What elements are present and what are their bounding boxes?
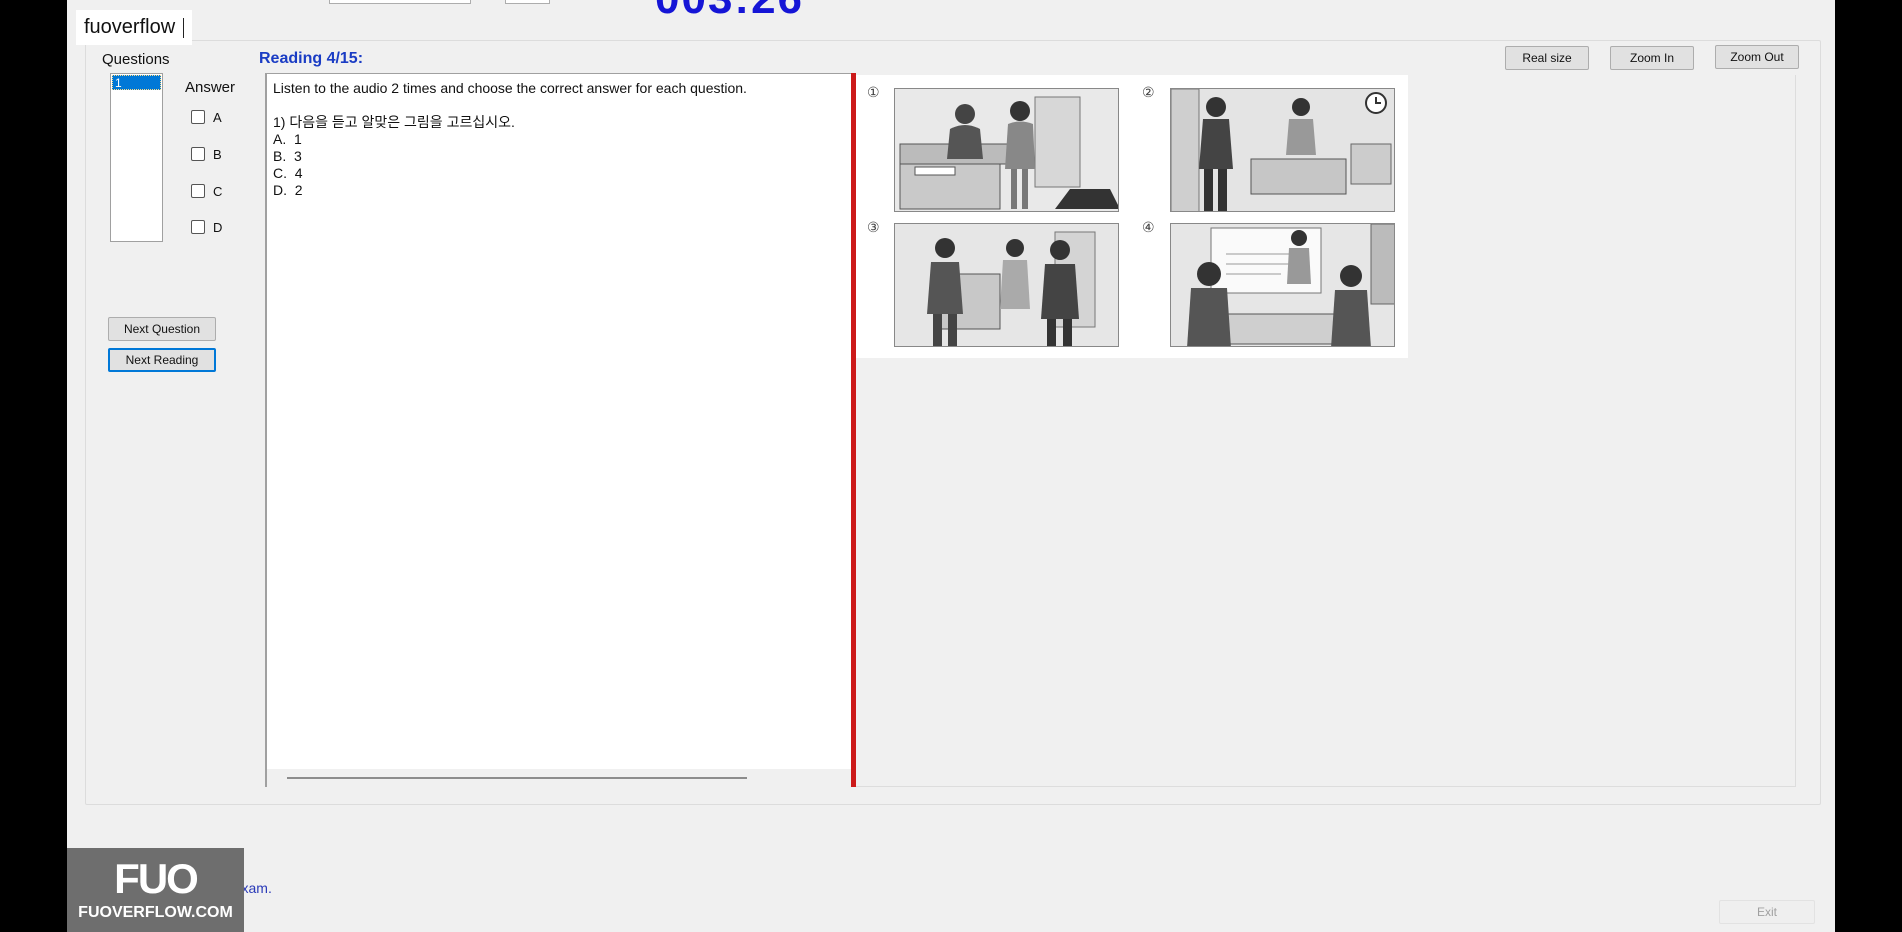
choice-a: A. 1 <box>273 131 302 147</box>
picture-number-2: ② <box>1142 84 1155 100</box>
choice-c: C. 4 <box>273 165 303 181</box>
scrollbar-thumb[interactable] <box>287 777 747 779</box>
logo-mark: FUO <box>114 855 199 902</box>
picture-number-3: ③ <box>867 219 880 235</box>
checkbox-b[interactable] <box>191 147 205 161</box>
question-text-panel[interactable]: Listen to the audio 2 times and choose t… <box>265 73 851 787</box>
checkbox-a[interactable] <box>191 110 205 124</box>
choice-b: B. 3 <box>273 148 302 164</box>
answer-header: Answer <box>185 79 236 96</box>
office-desk-picture-2 <box>1170 88 1395 212</box>
office-desk-picture-1 <box>894 88 1119 212</box>
checkbox-d[interactable] <box>191 220 205 234</box>
answer-option-b[interactable]: B <box>191 144 251 164</box>
questions-header: Questions <box>102 51 170 68</box>
countdown-timer: 003:26 <box>655 0 804 24</box>
question-prompt: 1) 다음을 듣고 알맞은 그림을 고르십시오. <box>273 114 515 130</box>
fuoverflow-logo: FUO FUOVERFLOW.COM <box>67 848 244 932</box>
question-image: ① ② ③ ④ <box>856 75 1408 358</box>
top-small-box[interactable] <box>505 0 550 4</box>
exit-button[interactable]: Exit <box>1719 900 1815 924</box>
image-viewer[interactable]: ① ② ③ ④ <box>856 75 1796 787</box>
horizontal-scrollbar[interactable] <box>267 769 851 787</box>
next-question-button[interactable]: Next Question <box>108 317 216 341</box>
picture-number-4: ④ <box>1142 219 1155 235</box>
question-instruction: Listen to the audio 2 times and choose t… <box>273 80 747 96</box>
checkbox-c[interactable] <box>191 184 205 198</box>
next-reading-button[interactable]: Next Reading <box>108 348 216 372</box>
office-greeting-picture-3 <box>894 223 1119 347</box>
office-meeting-picture-4 <box>1170 223 1395 347</box>
logo-text: FUOVERFLOW.COM <box>78 904 233 921</box>
text-caret <box>183 17 185 38</box>
answer-option-c[interactable]: C <box>191 181 251 201</box>
picture-number-1: ① <box>867 84 880 100</box>
answer-option-d[interactable]: D <box>191 217 251 237</box>
watermark-label: fuoverflow <box>76 10 193 45</box>
reading-title: Reading 4/15: <box>259 50 364 67</box>
answer-option-label: A <box>213 109 222 125</box>
answer-option-label: B <box>213 146 222 162</box>
answer-option-label: C <box>213 183 223 199</box>
zoom-in-button[interactable]: Zoom In <box>1610 46 1694 70</box>
question-list-item[interactable]: 1 <box>112 75 161 90</box>
watermark-text: fuoverflow <box>84 16 176 38</box>
answer-option-a[interactable]: A <box>191 107 251 127</box>
top-combo-box[interactable] <box>329 0 471 4</box>
zoom-out-button[interactable]: Zoom Out <box>1715 45 1799 69</box>
real-size-button[interactable]: Real size <box>1505 46 1589 70</box>
question-list[interactable]: 1 <box>110 73 163 242</box>
exam-window: 003:26 Questions 1 Answer A B C D Next Q… <box>67 0 1835 932</box>
answer-option-label: D <box>213 219 223 235</box>
choice-d: D. 2 <box>273 182 303 198</box>
